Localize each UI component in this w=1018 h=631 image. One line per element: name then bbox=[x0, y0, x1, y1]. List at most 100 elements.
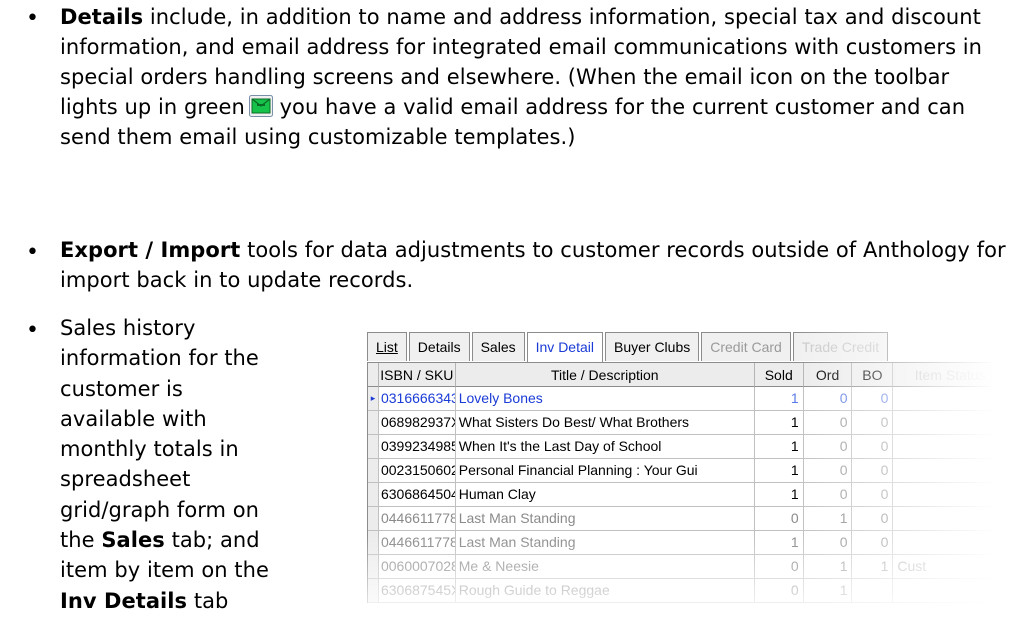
sales-history-line: grid/graph form on bbox=[60, 497, 260, 522]
cell-sold: 1 bbox=[754, 435, 804, 459]
cell-bo: 0 bbox=[852, 483, 894, 507]
sales-history-line: the Sales tab; and bbox=[60, 525, 360, 555]
cell-isbn: 630687545X bbox=[378, 579, 456, 603]
inv-detail-grid: ISBN / SKU Title / Description Sold Ord … bbox=[367, 362, 1008, 603]
cell-isbn: 0316666343 bbox=[378, 387, 456, 411]
tab-sales[interactable]: Sales bbox=[471, 332, 525, 361]
sales-history-line: Inv Details tab bbox=[60, 586, 360, 616]
cell-item-status: Cust bbox=[893, 555, 1008, 579]
export-import-heading: Export / Import bbox=[60, 238, 241, 262]
table-row[interactable]: 0023150602 Personal Financial Planning : … bbox=[368, 459, 1008, 483]
cell-title: Human Clay bbox=[455, 483, 755, 507]
cell-isbn: 0023150602 bbox=[378, 459, 456, 483]
cell-item-status bbox=[893, 411, 1008, 435]
table-row[interactable]: 0446611778 Last Man Standing 1 0 0 bbox=[368, 531, 1008, 555]
cell-title: What Sisters Do Best/ What Brothers bbox=[455, 411, 755, 435]
cell-title: Lovely Bones bbox=[455, 387, 755, 411]
cell-sold: 0 bbox=[754, 555, 804, 579]
cell-bo bbox=[852, 579, 894, 603]
bullet-details: Details include, in addition to name and… bbox=[60, 2, 1010, 152]
table-row[interactable]: 0399234985 When It's the Last Day of Scho… bbox=[368, 435, 1008, 459]
cell-isbn: 0399234985 bbox=[378, 435, 456, 459]
cell-isbn: 0446611778 bbox=[378, 507, 456, 531]
sales-history-line: customer is bbox=[60, 376, 183, 401]
cell-item-status bbox=[893, 507, 1008, 531]
details-heading: Details bbox=[60, 5, 144, 29]
row-indicator: ▸ bbox=[368, 387, 379, 411]
cell-item-status bbox=[893, 531, 1008, 555]
tab-inv-detail[interactable]: Inv Detail bbox=[526, 332, 603, 363]
cell-ord: 0 bbox=[803, 411, 853, 435]
row-indicator bbox=[368, 531, 379, 555]
inv-detail-screenshot: List Details Sales Inv Detail Buyer Club… bbox=[367, 332, 1008, 622]
cell-isbn: 068982937X bbox=[378, 411, 456, 435]
cell-sold: 1 bbox=[754, 411, 804, 435]
bullet-marker: • bbox=[26, 318, 39, 343]
cell-sold: 1 bbox=[754, 459, 804, 483]
tab-details[interactable]: Details bbox=[408, 332, 470, 361]
text-fragment: the bbox=[60, 528, 102, 553]
cell-sold: 1 bbox=[754, 483, 804, 507]
cell-sold: 1 bbox=[754, 531, 804, 555]
sales-tab-ref: Sales bbox=[101, 528, 165, 553]
cell-sold: 0 bbox=[754, 507, 804, 531]
sales-history-line: information for the bbox=[60, 346, 259, 371]
cell-ord: 0 bbox=[803, 483, 853, 507]
grid-body: ▸ 0316666343 Lovely Bones 1 0 0 068982937X What… bbox=[368, 387, 1008, 603]
cell-bo: 0 bbox=[852, 459, 894, 483]
cell-item-status bbox=[893, 435, 1008, 459]
sales-history-line: item by item on the bbox=[60, 558, 269, 583]
grid-header: ISBN / SKU Title / Description Sold Ord … bbox=[368, 363, 1008, 387]
table-row[interactable]: 068982937X What Sisters Do Best/ What Bro… bbox=[368, 411, 1008, 435]
cell-ord: 0 bbox=[803, 435, 853, 459]
row-indicator bbox=[368, 507, 379, 531]
cell-bo: 1 bbox=[852, 555, 894, 579]
tab-label: List bbox=[376, 339, 398, 355]
cell-item-status bbox=[893, 459, 1008, 483]
cell-bo: 0 bbox=[852, 531, 894, 555]
cell-ord: 0 bbox=[803, 387, 853, 411]
bullet-marker: • bbox=[26, 240, 39, 265]
cell-title: Personal Financial Planning : Your Gui bbox=[455, 459, 755, 483]
cell-ord: 0 bbox=[803, 531, 853, 555]
cell-ord: 1 bbox=[803, 555, 853, 579]
sales-history-line: available with bbox=[60, 406, 207, 431]
row-indicator bbox=[368, 459, 379, 483]
table-row[interactable]: 0060007028 Me & Neesie 0 1 1 Cust bbox=[368, 555, 1008, 579]
cell-isbn: 0060007028 bbox=[378, 555, 456, 579]
cell-title: Last Man Standing bbox=[455, 531, 755, 555]
bullet-export-import: Export / Import tools for data adjustmen… bbox=[60, 235, 1010, 295]
text-fragment: tab bbox=[187, 588, 229, 613]
row-indicator-header bbox=[368, 363, 379, 387]
row-indicator bbox=[368, 555, 379, 579]
table-row[interactable]: ▸ 0316666343 Lovely Bones 1 0 0 bbox=[368, 387, 1008, 411]
cell-bo: 0 bbox=[852, 507, 894, 531]
tab-credit-card[interactable]: Credit Card bbox=[701, 332, 791, 361]
col-item-status[interactable]: Item Status bbox=[893, 363, 1008, 387]
bullet-sales-history: Sales history information for the custom… bbox=[60, 313, 360, 616]
col-ord[interactable]: Ord bbox=[803, 363, 853, 387]
bullet-marker: • bbox=[26, 6, 39, 31]
cell-item-status bbox=[893, 387, 1008, 411]
col-sold[interactable]: Sold bbox=[754, 363, 804, 387]
cell-ord: 0 bbox=[803, 459, 853, 483]
table-row[interactable]: 0446611778 Last Man Standing 0 1 0 bbox=[368, 507, 1008, 531]
tab-buyer-clubs[interactable]: Buyer Clubs bbox=[604, 332, 700, 361]
cell-sold: 1 bbox=[754, 387, 804, 411]
table-row[interactable]: 630687545X Rough Guide to Reggae 0 1 bbox=[368, 579, 1008, 603]
table-row[interactable]: 6306864504 Human Clay 1 0 0 bbox=[368, 483, 1008, 507]
col-isbn[interactable]: ISBN / SKU bbox=[378, 363, 456, 387]
col-bo[interactable]: BO bbox=[852, 363, 894, 387]
row-indicator bbox=[368, 411, 379, 435]
sales-history-line: spreadsheet bbox=[60, 467, 191, 492]
inv-details-tab-ref: Inv Details bbox=[60, 588, 188, 613]
row-indicator bbox=[368, 483, 379, 507]
cell-title: When It's the Last Day of School bbox=[455, 435, 755, 459]
sales-history-line: monthly totals in bbox=[60, 437, 239, 462]
tab-list[interactable]: List bbox=[367, 332, 407, 361]
cell-bo: 0 bbox=[852, 435, 894, 459]
col-title[interactable]: Title / Description bbox=[455, 363, 755, 387]
row-indicator bbox=[368, 435, 379, 459]
row-indicator bbox=[368, 579, 379, 603]
tab-trade-credit[interactable]: Trade Credit bbox=[792, 332, 889, 361]
